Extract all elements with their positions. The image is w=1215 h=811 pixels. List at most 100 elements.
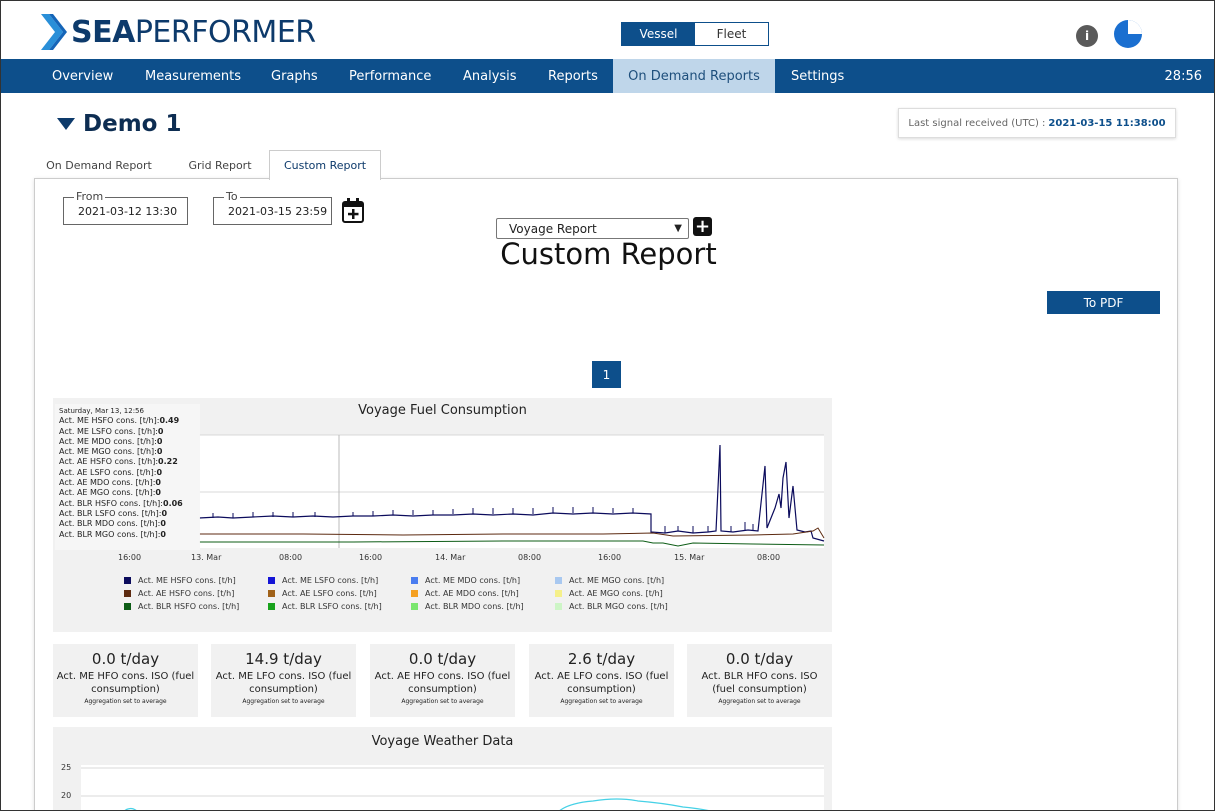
nav-settings[interactable]: Settings (791, 59, 844, 93)
tooltip-row: Act. AE LSFO cons. [t/h]:0 (59, 467, 163, 477)
nav-overview[interactable]: Overview (52, 59, 113, 93)
metric-card: 2.6 t/day Act. AE LFO cons. ISO (fuel co… (529, 644, 674, 717)
vessel-name: Demo 1 (83, 111, 182, 137)
top-header: SEAPERFORMER Vessel Fleet i (1, 1, 1214, 59)
x-tick: 14. Mar (435, 553, 466, 562)
legend-item[interactable]: Act. ME LSFO cons. [t/h] (268, 576, 378, 585)
metric-label: Act. ME HFO cons. ISO (fuel consumption) (56, 671, 195, 695)
tooltip-row: Act. AE MDO cons. [t/h]:0 (59, 478, 161, 488)
from-label: From (74, 190, 106, 204)
metric-aggregation: Aggregation set to average (718, 698, 801, 705)
tooltip-header: Saturday, Mar 13, 12:56 (59, 407, 144, 415)
to-pdf-button[interactable]: To PDF (1047, 291, 1160, 314)
tooltip-row: Act. BLR LSFO cons. [t/h]:0 (59, 508, 168, 518)
x-tick: 13. Mar (191, 553, 222, 562)
nav-analysis[interactable]: Analysis (463, 59, 517, 93)
tab-on-demand-report[interactable]: On Demand Report (34, 151, 164, 179)
legend-item[interactable]: Act. BLR MGO cons. [t/h] (555, 602, 668, 611)
x-tick: 08:00 (518, 553, 542, 562)
from-date-field[interactable]: From 2021-03-12 13:30 (63, 190, 188, 225)
app-window: SEAPERFORMER Vessel Fleet i Overview Mea… (0, 0, 1215, 811)
x-tick: 16:00 (359, 553, 383, 562)
metric-label: Act. AE LFO cons. ISO (fuel consumption) (534, 671, 669, 695)
fleet-toggle-button[interactable]: Fleet (695, 23, 768, 45)
legend-item[interactable]: Act. ME MGO cons. [t/h] (555, 576, 664, 585)
legend-item[interactable]: Act. ME MDO cons. [t/h] (411, 576, 520, 585)
tooltip-row: Act. ME MDO cons. [t/h]:0 (59, 436, 163, 446)
chevron-down-icon: ▼ (674, 223, 682, 234)
logo-chevron-icon (41, 14, 67, 50)
nav-reports[interactable]: Reports (548, 59, 598, 93)
report-title: Custom Report (500, 237, 717, 271)
brand-name: SEAPERFORMER (71, 14, 316, 50)
tab-grid-report[interactable]: Grid Report (175, 151, 265, 179)
tooltip-row: Act. BLR HSFO cons. [t/h]:0.06 (59, 498, 183, 508)
vessel-title[interactable]: Demo 1 (57, 109, 181, 139)
metric-card: 0.0 t/day Act. ME HFO cons. ISO (fuel co… (53, 644, 198, 717)
tooltip-row: Act. ME MGO cons. [t/h]:0 (59, 447, 163, 457)
nav-on-demand-reports[interactable]: On Demand Reports (613, 59, 775, 93)
to-label: To (224, 190, 240, 204)
x-tick: 08:00 (279, 553, 303, 562)
metric-aggregation: Aggregation set to average (401, 698, 484, 705)
nav-measurements[interactable]: Measurements (145, 59, 241, 93)
page-number-button[interactable]: 1 (592, 361, 621, 388)
legend-item[interactable]: Act. BLR LSFO cons. [t/h] (268, 602, 382, 611)
tooltip-row: Act. ME HSFO cons. [t/h]:0.49 (59, 416, 180, 426)
metric-value: 0.0 t/day (91, 650, 160, 668)
session-clock: 28:56 (1164, 68, 1202, 84)
pie-avatar-icon[interactable] (1113, 19, 1143, 49)
to-date-field[interactable]: To 2021-03-15 23:59 (213, 190, 332, 225)
tab-custom-report[interactable]: Custom Report (269, 150, 381, 180)
calendar-add-icon[interactable] (342, 197, 364, 223)
seaperformer-logo[interactable]: SEAPERFORMER (39, 12, 316, 52)
y-tick: 20 (61, 791, 72, 800)
nav-graphs[interactable]: Graphs (271, 59, 318, 93)
metric-card: 14.9 t/day Act. ME LFO cons. ISO (fuel c… (211, 644, 356, 717)
tooltip-row: Act. AE MGO cons. [t/h]:0 (59, 488, 161, 498)
tooltip-row: Act. BLR MDO cons. [t/h]:0 (59, 519, 166, 529)
metric-card: 0.0 t/day Act. AE HFO cons. ISO (fuel co… (370, 644, 515, 717)
legend-item[interactable]: Act. BLR MDO cons. [t/h] (411, 602, 524, 611)
legend-item[interactable]: Act. ME HSFO cons. [t/h] (124, 576, 236, 585)
tooltip-row: Act. AE HSFO cons. [t/h]:0.22 (59, 457, 178, 467)
tooltip-row: Act. BLR MGO cons. [t/h]:0 (59, 529, 166, 539)
from-value: 2021-03-12 13:30 (78, 205, 178, 218)
metric-value: 0.0 t/day (408, 650, 477, 668)
caret-down-icon[interactable] (57, 118, 75, 130)
metric-aggregation: Aggregation set to average (84, 698, 167, 705)
legend-item[interactable]: Act. BLR HSFO cons. [t/h] (124, 602, 239, 611)
y-tick: 25 (61, 763, 72, 772)
x-tick: 15. Mar (674, 553, 705, 562)
metric-label: Act. ME LFO cons. ISO (fuel consumption) (215, 671, 352, 695)
last-signal-label: Last signal received (UTC) : (908, 117, 1046, 129)
x-tick: 16:00 (118, 553, 142, 562)
last-signal-value: 2021-03-15 11:38:00 (1048, 117, 1166, 129)
report-type-select[interactable]: Voyage Report ▼ (496, 218, 689, 239)
legend-item[interactable]: Act. AE LSFO cons. [t/h] (268, 589, 377, 598)
info-icon[interactable]: i (1076, 25, 1098, 47)
weather-chart-plot[interactable] (53, 727, 832, 811)
vessel-fleet-toggle: Vessel Fleet (621, 22, 769, 46)
x-tick: 08:00 (757, 553, 781, 562)
metric-aggregation: Aggregation set to average (560, 698, 643, 705)
metric-label: Act. AE HFO cons. ISO (fuel consumption) (374, 671, 511, 695)
legend-item[interactable]: Act. AE HSFO cons. [t/h] (124, 589, 234, 598)
metric-label: Act. BLR HFO cons. ISO (fuel consumption… (701, 671, 818, 695)
legend-item[interactable]: Act. AE MDO cons. [t/h] (411, 589, 519, 598)
metric-value: 0.0 t/day (725, 650, 794, 668)
tooltip-row: Act. ME LSFO cons. [t/h]:0 (59, 426, 164, 436)
legend-item[interactable]: Act. AE MGO cons. [t/h] (555, 589, 663, 598)
last-signal-box: Last signal received (UTC) : 2021-03-15 … (898, 108, 1176, 138)
x-tick: 16:00 (598, 553, 622, 562)
metric-value: 14.9 t/day (245, 650, 322, 668)
metric-card: 0.0 t/day Act. BLR HFO cons. ISO (fuel c… (687, 644, 832, 717)
plus-icon[interactable]: + (693, 217, 712, 236)
main-nav: Overview Measurements Graphs Performance… (1, 59, 1214, 93)
to-value: 2021-03-15 23:59 (228, 205, 328, 218)
report-type-value: Voyage Report (509, 221, 597, 236)
nav-performance[interactable]: Performance (349, 59, 431, 93)
chart-tooltip: Saturday, Mar 13, 12:56 Act. ME HSFO con… (55, 404, 200, 550)
vessel-toggle-button[interactable]: Vessel (622, 23, 695, 45)
metric-aggregation: Aggregation set to average (242, 698, 325, 705)
